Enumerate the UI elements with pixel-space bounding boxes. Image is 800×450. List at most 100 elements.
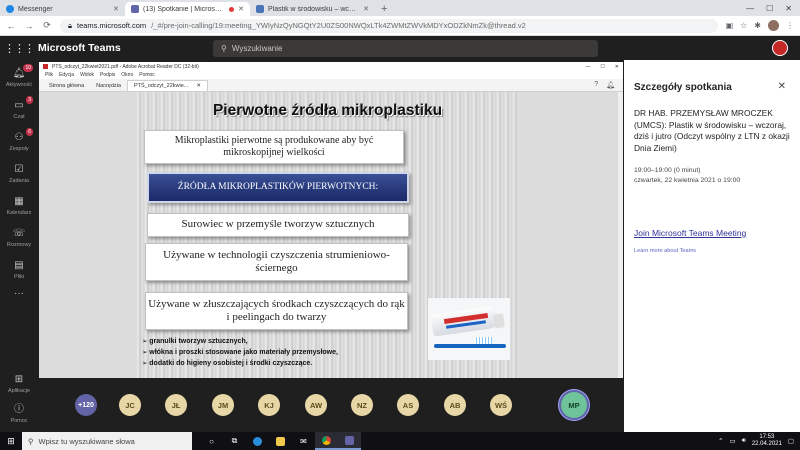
participant-avatar[interactable]: AB — [444, 394, 466, 416]
url-field[interactable]: 🔒︎ teams.microsoft.com /_#/pre-join-calli… — [60, 18, 718, 33]
participant-avatar[interactable]: NZ — [351, 394, 373, 416]
menu-item[interactable]: Pomoc — [139, 72, 155, 78]
rail-item-apps[interactable]: ⊞ Aplikacje — [0, 374, 38, 394]
forward-icon[interactable]: → — [24, 21, 34, 31]
chrome-icon[interactable] — [315, 432, 338, 450]
rail-label: Pliki — [13, 274, 25, 280]
notifications-icon[interactable]: 🔔︎ — [606, 81, 615, 89]
reload-icon[interactable]: ⟳ — [42, 20, 52, 31]
teams-taskbar-icon[interactable] — [338, 432, 361, 450]
window-controls: — ☐ ✕ — [738, 4, 800, 16]
participant-avatar[interactable]: JŁ — [165, 394, 187, 416]
rail-item-calendar[interactable]: ▦ Kalendarz — [0, 196, 38, 216]
app-launcher-icon[interactable]: ⋮⋮⋮ — [0, 42, 38, 55]
taskbar-apps: ○ ⧉ ✉ — [200, 432, 361, 450]
participant-avatar[interactable]: JM — [212, 394, 234, 416]
participant-avatar[interactable]: KJ — [258, 394, 280, 416]
acrobat-menubar: Plik Edycja Widok Podpis Okno Pomoc — [39, 71, 623, 79]
network-icon[interactable]: ▭ — [730, 437, 736, 445]
rail-item-help[interactable]: ⓘ Pomoc — [0, 404, 38, 424]
explorer-icon[interactable] — [269, 432, 292, 450]
help-icon[interactable]: ? — [594, 81, 598, 89]
extensions-icon[interactable]: ✱ — [754, 21, 761, 30]
close-window-icon[interactable]: ✕ — [615, 64, 619, 70]
rail-item-calls[interactable]: ☏ Rozmowy — [0, 228, 38, 248]
close-tab-icon[interactable]: ✕ — [196, 83, 201, 89]
tab-messenger[interactable]: Messenger ✕ — [0, 2, 125, 16]
badge: 3 — [26, 96, 33, 104]
close-tab-icon[interactable]: ✕ — [113, 5, 119, 13]
tab-document[interactable]: PTŚ_odczyt_22kwie... ✕ — [126, 80, 208, 91]
tab-teams-meeting[interactable]: (13) Spotkanie | Microsoft Teams ✕ — [125, 2, 250, 16]
rail-label: Czat — [13, 114, 25, 120]
profile-avatar[interactable] — [768, 20, 779, 31]
volume-icon[interactable]: 🔊︎ — [742, 437, 746, 445]
close-icon[interactable]: ✕ — [778, 81, 786, 92]
menu-item[interactable]: Edycja — [59, 72, 74, 78]
bullet-item: dodatki do higieny osobistej i środki cz… — [142, 358, 338, 369]
edge-icon[interactable] — [246, 432, 269, 450]
user-avatar[interactable] — [772, 40, 788, 56]
participant-avatar[interactable]: AW — [305, 394, 327, 416]
tray-chevron-icon[interactable]: ⌃ — [718, 437, 723, 445]
meeting-stage: PTS_odczyt_22kwiet2021.pdf - Adobe Acrob… — [38, 60, 624, 432]
maximize-icon[interactable]: ☐ — [766, 4, 773, 13]
menu-item[interactable]: Widok — [80, 72, 94, 78]
join-meeting-link[interactable]: Join Microsoft Teams Meeting — [634, 228, 794, 238]
star-icon[interactable]: ☆ — [740, 21, 747, 30]
tab-tools[interactable]: Narzędzia — [90, 80, 127, 91]
document-tab-label: PTŚ_odczyt_22kwie... — [133, 83, 189, 89]
task-view-icon[interactable]: ⧉ — [223, 432, 246, 450]
maximize-icon[interactable]: ☐ — [600, 64, 604, 70]
tab-plastik[interactable]: Plastik w środowisku – wczoraj, dziś i j… — [250, 2, 375, 16]
close-tab-icon[interactable]: ✕ — [238, 5, 244, 13]
menu-item[interactable]: Okno — [121, 72, 133, 78]
clock[interactable]: 17:53 22.04.2021 — [752, 434, 782, 448]
acrobat-tab-actions: ? 🔔︎ — [586, 81, 623, 91]
left-rail: 🔔︎ 10 Aktywność ▭ 3 Czat ⚇ 6 Zespoły ☑ Zada… — [0, 60, 38, 432]
back-icon[interactable]: ← — [6, 21, 16, 31]
search-input[interactable]: ⚲ Wyszukiwanie — [213, 39, 598, 57]
acrobat-icon — [43, 64, 48, 69]
source-box: Używane w technologii czyszczenia strumi… — [145, 243, 408, 281]
rail-item-activity[interactable]: 🔔︎ 10 Aktywność — [0, 64, 38, 88]
bullet-item: granulki tworzyw sztucznych, — [142, 336, 338, 347]
acrobat-titlebar: PTS_odczyt_22kwiet2021.pdf - Adobe Acrob… — [39, 62, 623, 71]
rail-item-chat[interactable]: ▭ 3 Czat — [0, 96, 38, 120]
active-speaker-avatar[interactable]: MP — [561, 392, 587, 418]
cortana-icon[interactable]: ○ — [200, 432, 223, 450]
notification-center-icon[interactable]: ▢ — [788, 437, 794, 445]
rail-item-teams[interactable]: ⚇ 6 Zespoły — [0, 128, 38, 152]
scrollbar[interactable] — [618, 92, 623, 378]
more-participants[interactable]: +120 — [75, 394, 97, 416]
camera-icon[interactable]: ▣ — [726, 21, 734, 30]
participant-avatar[interactable]: WŚ — [490, 394, 512, 416]
rail-item-tasks[interactable]: ☑ Zadania — [0, 164, 38, 184]
tab-home[interactable]: Strona główna — [43, 80, 90, 91]
mail-icon[interactable]: ✉ — [292, 432, 315, 450]
teams-icon — [131, 5, 139, 13]
menu-icon[interactable]: ⋮ — [786, 21, 794, 30]
minimize-icon[interactable]: — — [585, 64, 590, 70]
taskbar-search[interactable]: ⚲ Wpisz tu wyszukiwane słowa — [22, 432, 192, 450]
badge: 6 — [26, 128, 33, 136]
files-icon: ▤ — [14, 260, 24, 271]
tab-title: (13) Spotkanie | Microsoft Teams — [143, 5, 225, 13]
participant-avatar[interactable]: AS — [397, 394, 419, 416]
presentation-slide: Pierwotne źródła mikroplastiku Mikroplas… — [136, 92, 519, 378]
start-button[interactable]: ⊞ — [0, 436, 22, 447]
bell-icon: 🔔︎ 10 — [12, 64, 33, 79]
close-tab-icon[interactable]: ✕ — [363, 5, 369, 13]
menu-item[interactable]: Plik — [45, 72, 53, 78]
menu-item[interactable]: Podpis — [100, 72, 115, 78]
sources-heading: ŹRÓDŁA MIKROPLASTIKÓW PIERWOTNYCH: — [147, 172, 409, 203]
chat-icon: ▭ 3 — [14, 96, 33, 111]
learn-more-link[interactable]: Learn more about Teams — [634, 248, 792, 254]
participant-avatar[interactable]: JC — [119, 394, 141, 416]
minimize-icon[interactable]: — — [746, 4, 754, 13]
rail-item-files[interactable]: ▤ Pliki — [0, 260, 38, 280]
address-bar: ← → ⟳ 🔒︎ teams.microsoft.com /_#/pre-join… — [0, 16, 800, 36]
close-window-icon[interactable]: ✕ — [785, 4, 792, 13]
new-tab-button[interactable]: + — [375, 3, 393, 16]
more-apps-button[interactable]: ··· — [0, 288, 38, 302]
